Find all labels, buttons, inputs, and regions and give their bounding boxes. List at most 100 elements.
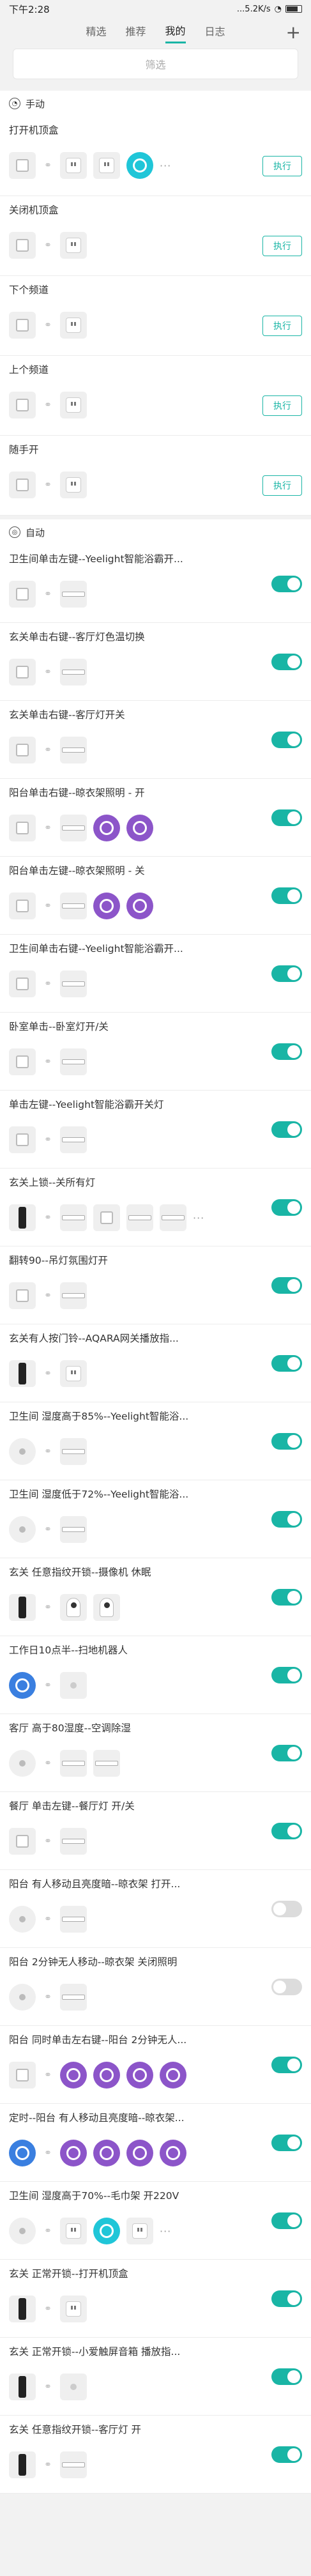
smart-plug-icon <box>60 1360 87 1387</box>
scene-title: 卫生间单击右键--Yeelight智能浴霸开... <box>9 943 183 954</box>
enable-toggle[interactable] <box>271 2057 302 2073</box>
enable-toggle[interactable] <box>271 1277 302 1294</box>
link-icon: ⚭ <box>44 745 52 755</box>
scene-title: 单击左键--Yeelight智能浴霸开关灯 <box>9 1099 164 1110</box>
link-icon: ⚭ <box>44 2460 52 2470</box>
light-device-icon-glyph <box>100 2068 114 2082</box>
auto-scene-card[interactable]: 玄关上锁--关所有灯 ⚭ ··· <box>0 1169 311 1246</box>
tab-log[interactable]: 日志 <box>205 19 225 42</box>
light-bar-icon-glyph <box>62 747 85 753</box>
auto-scene-card[interactable]: 卫生间 湿度低于72%--Yeelight智能浴... ⚭ <box>0 1480 311 1558</box>
execute-button[interactable]: 执行 <box>262 156 302 176</box>
enable-toggle[interactable] <box>271 1355 302 1372</box>
scene-device-icons: ⚭ <box>9 1984 302 2011</box>
enable-toggle[interactable] <box>271 2368 302 2385</box>
enable-toggle[interactable] <box>271 654 302 670</box>
enable-toggle[interactable] <box>271 2135 302 2151</box>
enable-toggle[interactable] <box>271 887 302 904</box>
tab-featured[interactable]: 精选 <box>86 19 106 42</box>
auto-scene-card[interactable]: 定时--阳台 有人移动且亮度暗--晾衣架... ⚭ <box>0 2104 311 2182</box>
execute-button[interactable]: 执行 <box>262 316 302 336</box>
scene-device-icons: ⚭ <box>9 1750 302 1777</box>
door-lock-icon-glyph <box>19 2454 26 2476</box>
auto-scene-card[interactable]: 玄关 正常开锁--小爱触屏音箱 播放指... ⚭ <box>0 2338 311 2416</box>
sensor-icon-glyph <box>19 2228 26 2234</box>
manual-scene-card[interactable]: 随手开 ⚭ 执行 <box>0 436 311 516</box>
auto-scene-card[interactable]: 卫生间单击右键--Yeelight智能浴霸开... ⚭ <box>0 935 311 1013</box>
filter-wrap: 筛选 <box>0 43 311 87</box>
auto-scene-card[interactable]: 玄关 正常开锁--打开机顶盒 ⚭ <box>0 2260 311 2338</box>
enable-toggle[interactable] <box>271 576 302 592</box>
auto-scene-card[interactable]: 卫生间 湿度高于70%--毛巾架 开220V ⚭ ··· <box>0 2182 311 2260</box>
light-bar-icon <box>60 1828 87 1855</box>
execute-button[interactable]: 执行 <box>262 475 302 496</box>
enable-toggle[interactable] <box>271 1043 302 1060</box>
execute-button[interactable]: 执行 <box>262 236 302 256</box>
auto-scene-card[interactable]: 单击左键--Yeelight智能浴霸开关灯 ⚭ <box>0 1091 311 1169</box>
auto-scene-card[interactable]: 卫生间单击左键--Yeelight智能浴霸开... ⚭ <box>0 545 311 623</box>
auto-scene-card[interactable]: 玄关 任意指纹开锁--客厅灯 开 ⚭ <box>0 2416 311 2494</box>
link-icon: ⚭ <box>44 2070 52 2080</box>
smart-plug-icon-glyph <box>66 1366 81 1381</box>
tab-mine[interactable]: 我的 <box>165 19 186 43</box>
enable-toggle[interactable] <box>271 1667 302 1683</box>
manual-scene-card[interactable]: 上个频道 ⚭ 执行 <box>0 356 311 436</box>
auto-scene-card[interactable]: 餐厅 单击左键--餐厅灯 开/关 ⚭ <box>0 1792 311 1870</box>
auto-scene-card[interactable]: 卧室单击--卧室灯开/关 ⚭ <box>0 1013 311 1091</box>
scene-device-icons: ⚭ <box>9 1516 302 1543</box>
enable-toggle[interactable] <box>271 1979 302 1995</box>
enable-toggle[interactable] <box>271 732 302 748</box>
enable-toggle[interactable] <box>271 809 302 826</box>
scene-device-icons: ⚭ <box>9 659 302 686</box>
light-device-icon <box>126 893 153 919</box>
smart-plug-icon <box>60 2296 87 2322</box>
enable-toggle[interactable] <box>271 2212 302 2229</box>
enable-toggle[interactable] <box>271 1433 302 1450</box>
enable-toggle[interactable] <box>271 1121 302 1138</box>
enable-toggle[interactable] <box>271 965 302 982</box>
light-bar-icon-glyph <box>62 1059 85 1064</box>
sensor-icon <box>9 1516 36 1543</box>
auto-scene-card[interactable]: 阳台 同时单击左右键--阳台 2分钟无人... ⚭ <box>0 2026 311 2104</box>
auto-scene-card[interactable]: 工作日10点半--扫地机器人 ⚭ <box>0 1636 311 1714</box>
tab-recommend[interactable]: 推荐 <box>125 19 146 42</box>
light-device-icon <box>60 2140 87 2166</box>
auto-scene-card[interactable]: 玄关有人按门铃--AQARA网关播放指... ⚭ <box>0 1324 311 1402</box>
enable-toggle[interactable] <box>271 1901 302 1917</box>
enable-toggle[interactable] <box>271 1511 302 1528</box>
enable-toggle[interactable] <box>271 1199 302 1216</box>
add-icon[interactable]: + <box>286 22 301 43</box>
sensor-icon <box>9 1906 36 1933</box>
enable-toggle[interactable] <box>271 1823 302 1839</box>
enable-toggle[interactable] <box>271 1745 302 1761</box>
link-icon: ⚭ <box>44 1213 52 1223</box>
auto-scene-card[interactable]: 玄关 任意指纹开锁--摄像机 休眠 ⚭ <box>0 1558 311 1636</box>
auto-scene-card[interactable]: 玄关单击右键--客厅灯开关 ⚭ <box>0 701 311 779</box>
light-bar-icon-glyph <box>62 1293 85 1298</box>
auto-scene-card[interactable]: 阳台 有人移动且亮度暗--晾衣架 打开... ⚭ <box>0 1870 311 1948</box>
auto-scene-card[interactable]: 阳台 2分钟无人移动--晾衣架 关闭照明 ⚭ <box>0 1948 311 2026</box>
auto-scene-card[interactable]: 卫生间 湿度高于85%--Yeelight智能浴... ⚭ <box>0 1402 311 1480</box>
manual-scene-card[interactable]: 下个频道 ⚭ 执行 <box>0 276 311 356</box>
enable-toggle[interactable] <box>271 2290 302 2307</box>
manual-scene-card[interactable]: 关闭机顶盒 ⚭ 执行 <box>0 196 311 276</box>
sensor-icon <box>9 2218 36 2244</box>
execute-button[interactable]: 执行 <box>262 395 302 416</box>
more-icon: ··· <box>193 1211 205 1224</box>
auto-scene-card[interactable]: 阳台单击右键--晾衣架照明 - 开 ⚭ <box>0 779 311 857</box>
manual-scene-card[interactable]: 打开机顶盒 ⚭ ··· 执行 <box>0 116 311 196</box>
auto-scene-card[interactable]: 客厅 高于80湿度--空调除湿 ⚭ <box>0 1714 311 1792</box>
scene-device-icons: ⚭ <box>9 2373 302 2400</box>
filter-button[interactable]: 筛选 <box>13 49 298 79</box>
sensor-icon <box>9 1438 36 1465</box>
scene-device-icons: ⚭ <box>9 893 302 919</box>
enable-toggle[interactable] <box>271 2446 302 2463</box>
light-device-icon <box>93 2140 120 2166</box>
timer-icon <box>9 2140 36 2166</box>
auto-scene-card[interactable]: 玄关单击右键--客厅灯色温切换 ⚭ <box>0 623 311 701</box>
status-right: ...5.2K/s ◔ <box>237 4 302 14</box>
auto-scene-card[interactable]: 翻转90--吊灯氛围灯开 ⚭ <box>0 1246 311 1324</box>
link-icon: ⚭ <box>44 1602 52 1613</box>
enable-toggle[interactable] <box>271 1589 302 1606</box>
auto-scene-card[interactable]: 阳台单击左键--晾衣架照明 - 关 ⚭ <box>0 857 311 935</box>
